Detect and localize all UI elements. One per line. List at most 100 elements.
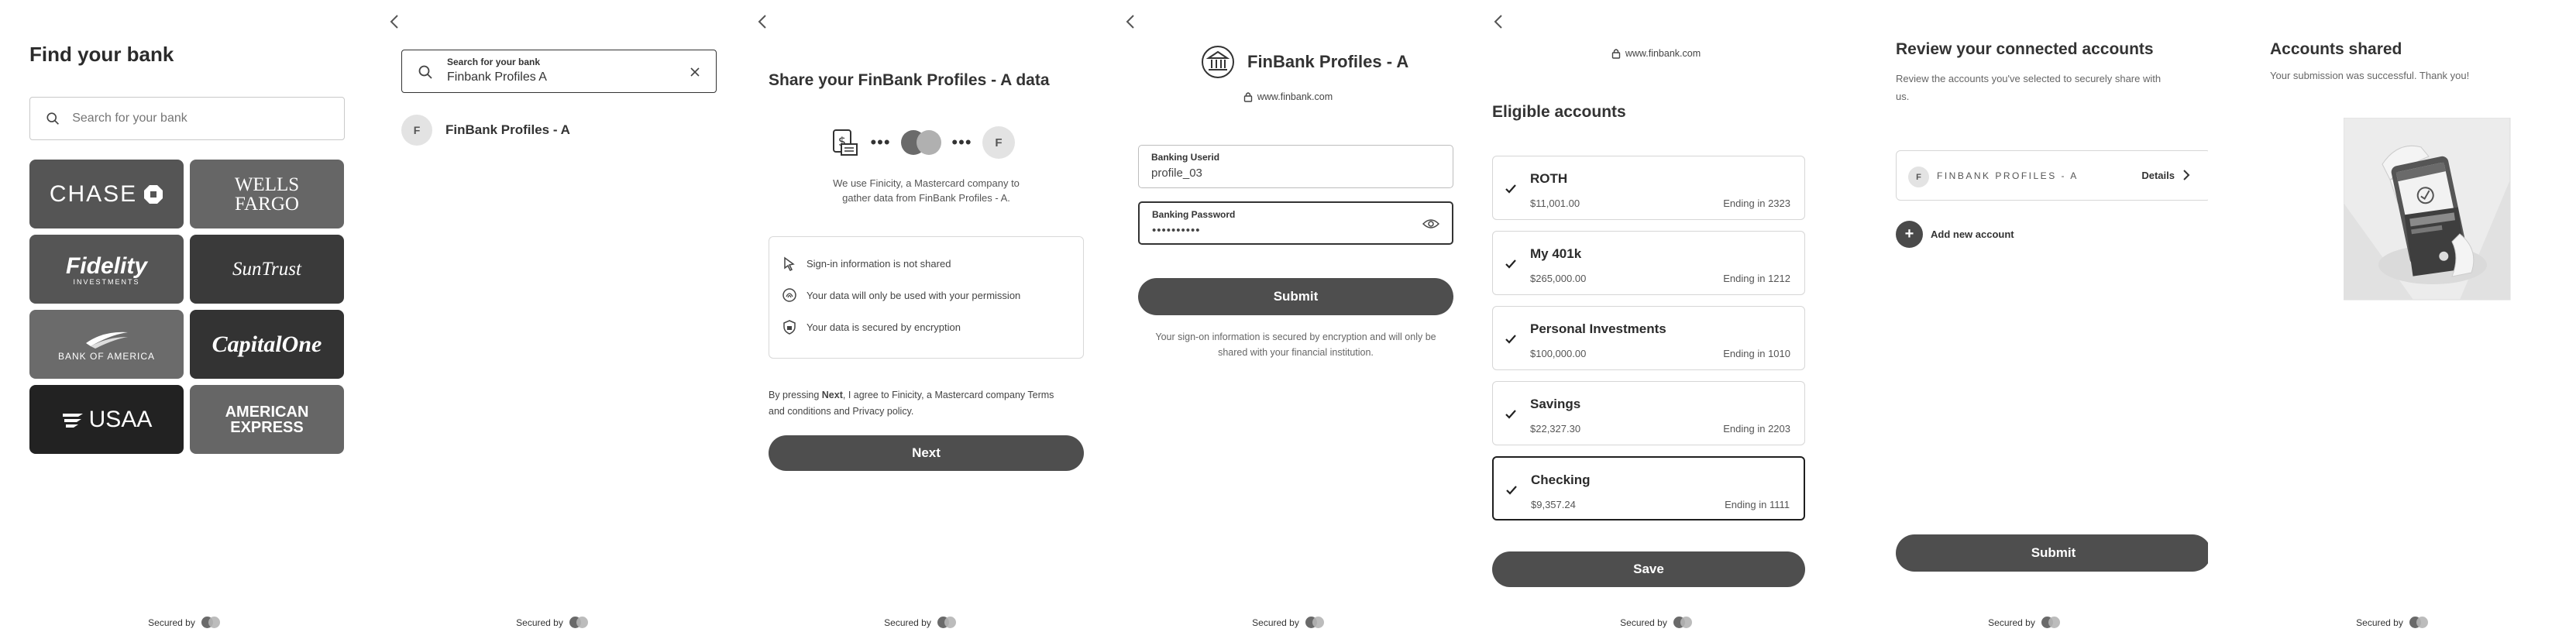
save-button[interactable]: Save <box>1492 551 1805 587</box>
search-icon <box>46 112 59 125</box>
bank-tile-american-express[interactable]: AMERICAN EXPRESS <box>190 385 344 454</box>
bofa-flag-icon <box>85 332 128 349</box>
usaa-logo-text: USAA <box>88 406 153 432</box>
check-icon[interactable] <box>1505 333 1517 345</box>
bank-tile-bank-of-america[interactable]: BANK OF AMERICA <box>29 310 184 379</box>
password-field[interactable]: Banking Password •••••••••• <box>1138 201 1453 245</box>
page-title: Share your FinBank Profiles - A data <box>769 71 1050 89</box>
bank-url-text: www.finbank.com <box>1625 48 1701 59</box>
add-account-label[interactable]: Add new account <box>1931 228 2014 240</box>
plus-icon[interactable]: + <box>1896 221 1923 248</box>
check-icon[interactable] <box>1505 484 1518 496</box>
bank-tile-wells-fargo[interactable]: WELLS FARGO <box>190 160 344 228</box>
bank-search-field[interactable] <box>29 97 345 140</box>
fidelity-logo-subtext: INVESTMENTS <box>73 277 140 286</box>
secured-by-footer: Secured by <box>1840 617 2208 628</box>
terms-line-1-rest[interactable]: , I agree to Finicity, a Mastercard comp… <box>843 390 1054 400</box>
chevron-left-icon[interactable] <box>383 11 405 33</box>
account-ending: Ending in 1212 <box>1723 273 1790 284</box>
bank-tile-chase[interactable]: CHASE <box>29 160 184 228</box>
intro-line-1: We use Finicity, a Mastercard company to <box>833 177 1020 189</box>
userid-field[interactable]: Banking Userid profile_03 <box>1138 145 1453 188</box>
chevron-left-icon[interactable] <box>1119 11 1141 33</box>
password-label: Banking Password <box>1152 209 1236 220</box>
fidelity-logo-text: Fidelity <box>65 253 147 279</box>
bank-result-name: FinBank Profiles - A <box>445 122 570 137</box>
feature-text: Your data is secured by encryption <box>807 321 961 333</box>
notice-line-2: shared with your financial institution. <box>1218 347 1374 358</box>
page-subtitle: Review the accounts you've selected to s… <box>1896 70 2208 105</box>
account-ending: Ending in 2323 <box>1723 198 1790 209</box>
password-value[interactable]: •••••••••• <box>1152 224 1201 237</box>
account-ending: Ending in 2203 <box>1723 423 1790 435</box>
bank-tile-suntrust[interactable]: SunTrust <box>190 235 344 304</box>
account-row-401k[interactable]: My 401k $265,000.00 Ending in 1212 <box>1492 231 1805 295</box>
mastercard-icon <box>2041 617 2060 628</box>
account-name: Personal Investments <box>1530 321 1666 336</box>
bank-name: FinBank Profiles - A <box>1247 52 1409 71</box>
bank-tile-fidelity[interactable]: Fidelity INVESTMENTS <box>29 235 184 304</box>
secured-by-label: Secured by <box>1252 617 1299 628</box>
userid-value[interactable]: profile_03 <box>1151 167 1202 180</box>
eye-icon[interactable] <box>1422 218 1439 229</box>
secured-by-label: Secured by <box>1988 617 2035 628</box>
account-ending: Ending in 1111 <box>1725 499 1790 510</box>
page-title: Eligible accounts <box>1492 103 1626 121</box>
pointer-icon <box>784 256 795 271</box>
next-button[interactable]: Next <box>769 435 1084 471</box>
bank-search-input[interactable] <box>72 112 344 125</box>
secured-by-label: Secured by <box>1620 617 1667 628</box>
secured-by-label: Secured by <box>884 617 931 628</box>
account-row-checking[interactable]: Checking $9,357.24 Ending in 1111 <box>1492 456 1805 520</box>
screen-search-results: Search for your bank Finbank Profiles A … <box>368 0 736 639</box>
add-account-button[interactable]: + Add new account <box>1896 221 2014 248</box>
terms-line-1: By pressing Next, I agree to Finicity, a… <box>769 387 1084 404</box>
clear-icon[interactable] <box>690 67 700 77</box>
userid-label: Banking Userid <box>1151 152 1220 163</box>
details-label[interactable]: Details <box>2141 170 2175 181</box>
page-title: Review your connected accounts <box>1896 40 2154 58</box>
check-icon[interactable] <box>1505 183 1517 195</box>
account-row-savings[interactable]: Savings $22,327.30 Ending in 2203 <box>1492 381 1805 445</box>
account-row-roth[interactable]: ROTH $11,001.00 Ending in 2323 <box>1492 156 1805 220</box>
subtitle-line-1: Review the accounts you've selected to s… <box>1896 73 2162 84</box>
mastercard-icon <box>937 617 956 628</box>
fingerprint-icon <box>782 288 796 302</box>
secured-by-label: Secured by <box>516 617 563 628</box>
bank-search-field[interactable]: Search for your bank Finbank Profiles A <box>401 50 717 93</box>
shield-icon <box>783 320 796 335</box>
search-result-item[interactable]: F FinBank Profiles - A <box>401 115 570 146</box>
check-icon[interactable] <box>1505 408 1517 421</box>
chase-logo-text: CHASE <box>49 180 138 207</box>
check-icon[interactable] <box>1505 258 1517 270</box>
feature-text: Sign-in information is not shared <box>807 257 951 270</box>
terms-text: By pressing Next, I agree to Finicity, a… <box>769 387 1084 420</box>
amex-logo-text: AMERICAN EXPRESS <box>225 403 309 436</box>
bofa-logo-text: BANK OF AMERICA <box>57 350 156 362</box>
bank-tile-capital-one[interactable]: CapitalOne <box>190 310 344 379</box>
submit-button[interactable]: Submit <box>1138 278 1453 315</box>
secured-by-label: Secured by <box>148 617 195 628</box>
terms-line-2[interactable]: and conditions and Privacy policy. <box>769 404 1084 420</box>
submit-button[interactable]: Submit <box>1896 534 2208 572</box>
features-box: Sign-in information is not shared Your d… <box>769 236 1084 359</box>
dots-icon: ••• <box>951 132 972 152</box>
bank-tile-usaa[interactable]: USAA <box>29 385 184 454</box>
finicity-app-icon: $ <box>833 129 858 156</box>
security-notice: Your sign-on information is secured by e… <box>1138 329 1453 360</box>
connected-account-card: F FINBANK PROFILES - A Details <box>1896 150 2208 201</box>
mastercard-icon <box>1673 617 1692 628</box>
account-row-personal-investments[interactable]: Personal Investments $100,000.00 Ending … <box>1492 306 1805 370</box>
chevron-left-icon[interactable] <box>1487 11 1509 33</box>
secured-by-footer: Secured by <box>1104 617 1472 628</box>
chevron-left-icon[interactable] <box>751 11 773 33</box>
mastercard-icon <box>201 617 220 628</box>
search-field-value[interactable]: Finbank Profiles A <box>447 70 547 84</box>
secured-by-footer: Secured by <box>2208 617 2576 628</box>
intro-line-2: gather data from FinBank Profiles - A. <box>842 192 1010 204</box>
bank-building-icon <box>1202 46 1234 78</box>
chevron-right-icon[interactable] <box>2181 169 2192 181</box>
account-amount: $265,000.00 <box>1530 273 1587 284</box>
details-link[interactable]: Details <box>2141 169 2192 181</box>
account-name: Savings <box>1530 397 1581 411</box>
